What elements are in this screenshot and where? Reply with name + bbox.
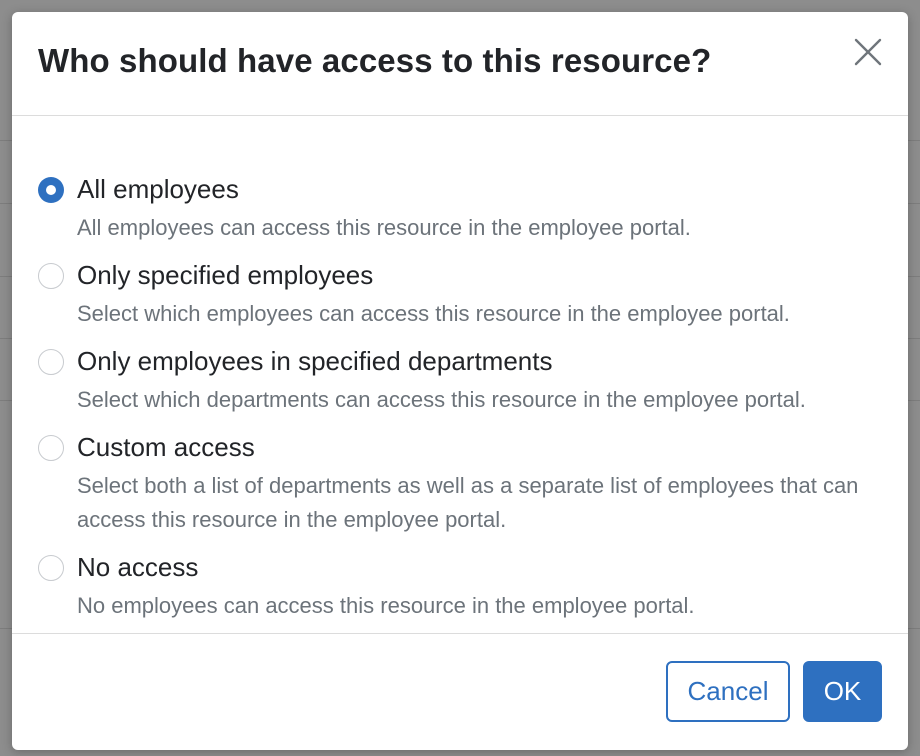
option-description: All employees can access this resource i…: [77, 215, 691, 240]
radio-no-access[interactable]: [38, 555, 64, 581]
option-description: Select which departments can access this…: [77, 387, 806, 412]
option-label[interactable]: All employees: [77, 174, 239, 205]
radio-specified-departments[interactable]: [38, 349, 64, 375]
option-label[interactable]: Only employees in specified departments: [77, 346, 552, 377]
option-description: Select both a list of departments as wel…: [77, 473, 859, 532]
option-label[interactable]: Only specified employees: [77, 260, 373, 291]
option-label[interactable]: Custom access: [77, 432, 255, 463]
ok-button[interactable]: OK: [803, 661, 882, 722]
option-label[interactable]: No access: [77, 552, 198, 583]
dialog-body: All employees All employees can access t…: [12, 116, 908, 633]
dialog-footer: Cancel OK: [12, 633, 908, 750]
radio-all-employees[interactable]: [38, 177, 64, 203]
option-description: Select which employees can access this r…: [77, 301, 790, 326]
cancel-button[interactable]: Cancel: [666, 661, 790, 722]
close-icon: [854, 38, 882, 66]
option-description: No employees can access this resource in…: [77, 593, 695, 618]
close-button[interactable]: [852, 36, 884, 68]
radio-specified-employees[interactable]: [38, 263, 64, 289]
access-dialog: Who should have access to this resource?…: [12, 12, 908, 750]
radio-custom-access[interactable]: [38, 435, 64, 461]
dialog-title: Who should have access to this resource?: [38, 42, 712, 79]
dialog-header: Who should have access to this resource?: [12, 12, 908, 116]
